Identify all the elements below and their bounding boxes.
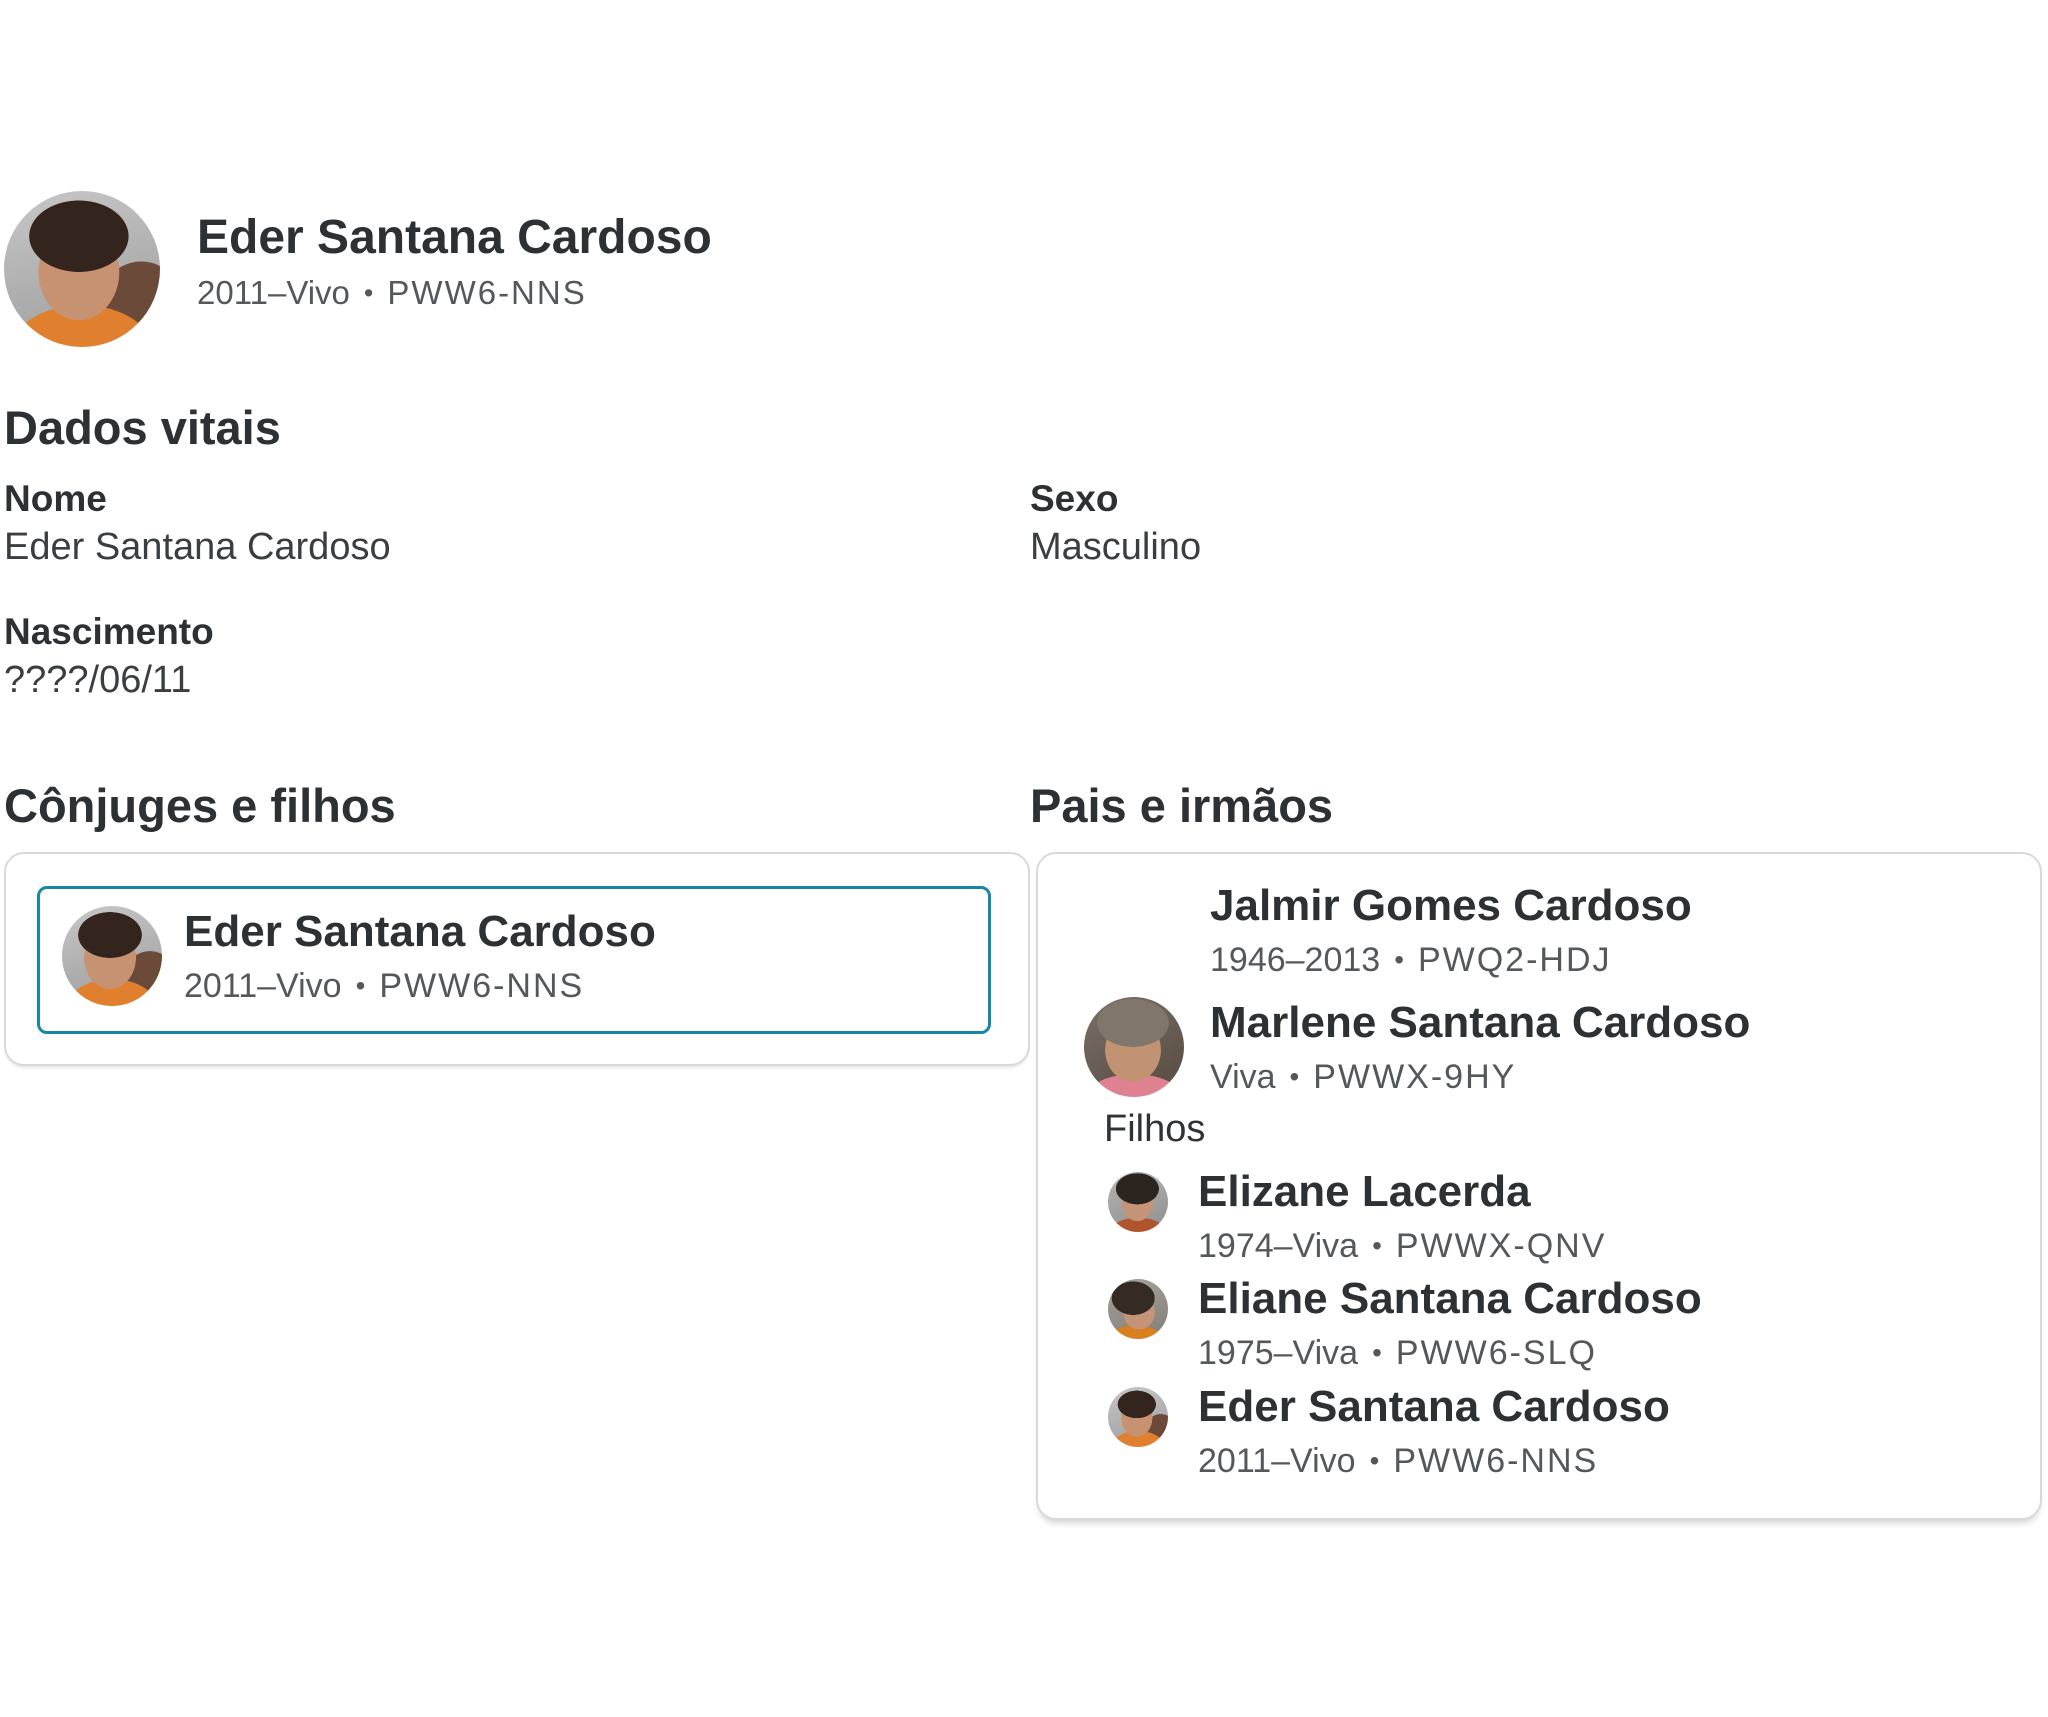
label-sex: Sexo <box>1030 478 1118 520</box>
section-title-parents-siblings: Pais e irmãos <box>1030 780 1333 832</box>
separator-dot: • <box>1372 1230 1382 1261</box>
person-id: PWW6-SLQ <box>1396 1334 1597 1372</box>
person-lifespan-line: 2011–Vivo • PWW6-NNS <box>1198 1441 1670 1482</box>
person-name-link[interactable]: Eliane Santana Cardoso <box>1198 1273 1702 1326</box>
parents-siblings-card: Jalmir Gomes Cardoso 1946–2013•PWQ2-HDJ … <box>1036 852 2042 1520</box>
person-id: PWWX-9HY <box>1313 1058 1516 1096</box>
person-lifespan-line: 1975–Viva • PWW6-SLQ <box>1198 1333 1702 1374</box>
person-row-child[interactable]: Elizane Lacerda 1974–Viva•PWWX-QNV <box>1108 1172 1606 1267</box>
person-row-child[interactable]: Eder Santana Cardoso 2011–Vivo•PWW6-NNS <box>1108 1387 1670 1482</box>
person-name-link[interactable]: Elizane Lacerda <box>1198 1166 1606 1219</box>
separator-dot: • <box>1394 944 1404 975</box>
profile-header: Eder Santana Cardoso 2011–Vivo • PWW6-NNS <box>197 210 712 313</box>
person-row-eder[interactable]: Eder Santana Cardoso 2011–Vivo • PWW6-NNS <box>62 906 656 1007</box>
avatar-photo-child[interactable] <box>1108 1279 1168 1339</box>
person-id: PWWX-QNV <box>1396 1227 1607 1265</box>
separator-dot: • <box>1290 1061 1300 1092</box>
label-birth: Nascimento <box>4 611 214 653</box>
person-id: PWQ2-HDJ <box>1418 941 1612 979</box>
person-name-link[interactable]: Jalmir Gomes Cardoso <box>1210 880 1692 933</box>
avatar-photo-mother[interactable] <box>1084 997 1184 1097</box>
separator-dot: • <box>364 278 373 308</box>
profile-lifespan-line: 2011–Vivo • PWW6-NNS <box>197 273 712 313</box>
avatar-photo-child[interactable] <box>1108 1172 1168 1232</box>
separator-dot: • <box>1372 1337 1382 1368</box>
lifespan-text: 1946–2013 <box>1210 941 1380 979</box>
person-name-link[interactable]: Marlene Santana Cardoso <box>1210 997 1750 1050</box>
value-birth: ????/06/11 <box>4 659 191 702</box>
person-details-page: Eder Santana Cardoso 2011–Vivo•PWW6-NNS … <box>0 0 2048 1717</box>
lifespan-text: 2011–Vivo <box>1198 1442 1356 1480</box>
person-row-father[interactable]: Jalmir Gomes Cardoso 1946–2013 • PWQ2-HDJ <box>1084 880 1692 981</box>
value-sex: Masculino <box>1030 526 1201 569</box>
children-sublist-label: Filhos <box>1104 1108 1205 1151</box>
person-id: PWW6-NNS <box>1393 1442 1598 1480</box>
person-lifespan-line: Viva • PWWX-9HY <box>1210 1057 1750 1098</box>
person-lifespan-line: 1946–2013 • PWQ2-HDJ <box>1210 940 1692 981</box>
person-lifespan-line: 1974–Viva • PWWX-QNV <box>1198 1226 1606 1267</box>
person-row-child[interactable]: Eliane Santana Cardoso 1975–Viva•PWW6-SL… <box>1108 1279 1702 1374</box>
separator-dot: • <box>356 970 366 1001</box>
section-title-vitals: Dados vitais <box>4 402 281 454</box>
section-title-spouses-children: Cônjuges e filhos <box>4 780 396 832</box>
avatar-photo-father[interactable] <box>1084 880 1184 980</box>
person-lifespan-line: 2011–Vivo • PWW6-NNS <box>184 966 656 1007</box>
separator-dot: • <box>1370 1445 1380 1476</box>
lifespan-text: 2011–Vivo <box>184 967 342 1005</box>
person-id: PWW6-NNS <box>379 967 584 1005</box>
person-id: PWW6-NNS <box>387 274 586 311</box>
lifespan-text: 2011–Vivo <box>197 274 350 311</box>
person-name-link[interactable]: Eder Santana Cardoso <box>1198 1381 1670 1434</box>
person-row-mother[interactable]: Marlene Santana Cardoso Viva • PWWX-9HY <box>1084 997 1750 1098</box>
page-title-person-name: Eder Santana Cardoso <box>197 210 712 265</box>
lifespan-text: 1975–Viva <box>1198 1334 1358 1372</box>
person-name-link[interactable]: Eder Santana Cardoso <box>184 906 656 959</box>
lifespan-text: Viva <box>1210 1058 1276 1096</box>
profile-photo-avatar[interactable] <box>4 191 160 347</box>
value-name: Eder Santana Cardoso <box>4 526 391 569</box>
spouses-children-card: Eder Santana Cardoso 2011–Vivo • PWW6-NNS <box>4 852 1030 1066</box>
lifespan-text: 1974–Viva <box>1198 1227 1358 1265</box>
selected-person-card[interactable]: Eder Santana Cardoso 2011–Vivo • PWW6-NNS <box>37 886 991 1034</box>
avatar-photo-child[interactable] <box>1108 1387 1168 1447</box>
label-name: Nome <box>4 478 107 520</box>
avatar-photo-eder[interactable] <box>62 906 162 1006</box>
